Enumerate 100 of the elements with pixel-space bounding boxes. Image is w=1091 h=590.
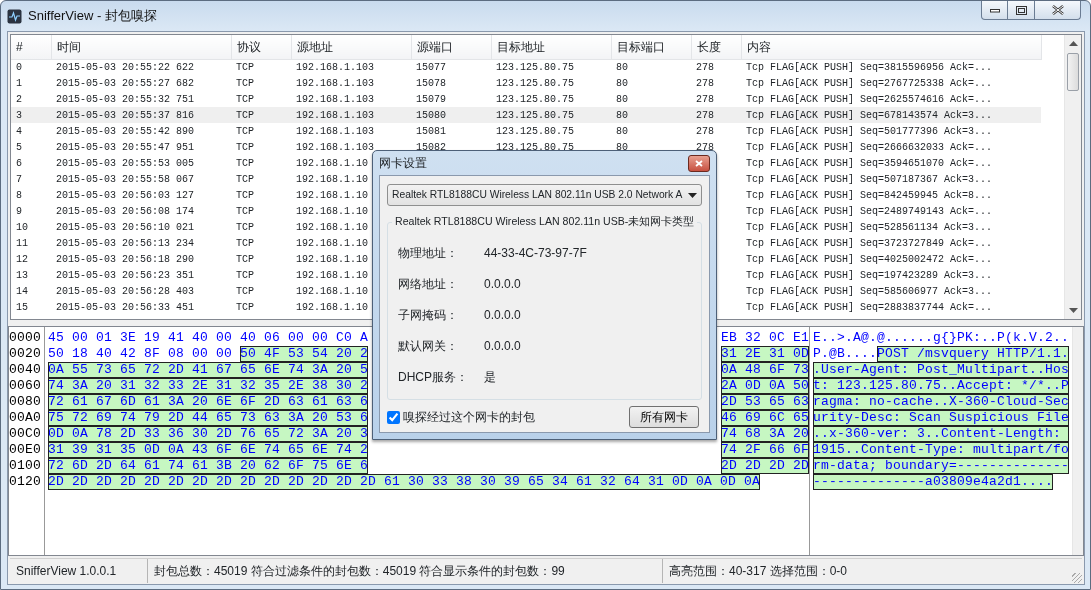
table-cell: TCP — [236, 77, 254, 89]
table-cell: 192.168.1.103 — [296, 61, 374, 73]
table-cell: 192.168.1.10 — [296, 221, 368, 233]
table-cell: Tcp FLAG[ACK PUSH] Seq=4025002472 Ack=... — [746, 253, 993, 265]
checkbox-label[interactable]: 嗅探经过这个网卡的封包 — [403, 408, 535, 426]
column-header[interactable]: 目标端口 — [611, 35, 691, 59]
ascii-text: P.@B.... — [813, 346, 877, 362]
table-cell: 123.125.80.75 — [496, 125, 574, 137]
table-cell: 2 — [16, 93, 22, 105]
column-header[interactable]: 时间 — [51, 35, 231, 59]
column-header[interactable]: 长度 — [691, 35, 741, 59]
field-value: 是 — [484, 368, 496, 386]
table-cell: 8 — [16, 189, 22, 201]
table-cell: TCP — [236, 173, 254, 185]
scroll-thumb[interactable] — [1067, 53, 1079, 91]
status-text: 封包总数：45019 符合过滤条件的封包数：45019 符合显示条件的封包数：99 — [148, 559, 663, 583]
hex-offset: 00A0 — [9, 410, 41, 426]
hex-bytes: 50 18 40 42 8F 08 00 00 — [48, 346, 233, 362]
table-cell: 2015-05-03 20:55:47 951 — [56, 141, 195, 153]
table-cell: 15081 — [416, 125, 446, 137]
column-header[interactable]: 协议 — [231, 35, 291, 59]
table-cell: Tcp FLAG[ACK PUSH] Seq=2666632033 Ack=... — [746, 141, 993, 153]
highlighted-bytes: 0A 55 73 65 72 2D 41 67 65 6E 74 3A 20 5 — [48, 362, 369, 378]
close-button[interactable] — [1035, 1, 1081, 20]
table-cell: 2015-05-03 20:55:58 067 — [56, 173, 195, 185]
hex-offset: 0040 — [9, 362, 41, 378]
column-header[interactable]: # — [11, 35, 51, 59]
table-cell: Tcp FLAG[ACK PUSH] Seq=678143574 Ack=3... — [746, 109, 993, 121]
column-header[interactable]: 源地址 — [291, 35, 411, 59]
minimize-button[interactable] — [981, 1, 1008, 20]
hex-offset: 0100 — [9, 458, 41, 474]
table-cell: 278 — [696, 109, 714, 121]
table-cell: 278 — [696, 125, 714, 137]
table-cell: 123.125.80.75 — [496, 141, 574, 153]
table-cell: 2015-05-03 20:55:42 890 — [56, 125, 195, 137]
highlighted-ascii: ragma: no-cache..X-360-Cloud-Sec — [813, 394, 1070, 410]
ascii-text: E..>.A@.@......g{}PK:..P(k.V.2.. — [813, 330, 1070, 346]
table-cell: 80 — [616, 125, 628, 137]
highlighted-ascii: .User-Agent: Post_Multipart..Hos — [813, 362, 1070, 378]
table-cell: 192.168.1.103 — [296, 109, 374, 121]
table-cell: TCP — [236, 285, 254, 297]
table-cell: 278 — [696, 61, 714, 73]
column-header[interactable]: 内容 — [741, 35, 1041, 59]
table-cell: 3 — [16, 109, 22, 121]
close-button[interactable] — [688, 154, 710, 172]
highlighted-bytes: 50 4F 53 54 20 2 — [240, 346, 369, 362]
table-cell: 192.168.1.103 — [296, 77, 374, 89]
highlighted-ascii: urity-Desc: Scan Suspicious File — [813, 410, 1070, 426]
table-cell: 15 — [16, 301, 28, 313]
hex-offset: 00E0 — [9, 442, 41, 458]
table-cell: 7 — [16, 173, 22, 185]
hex-bytes: EB 32 0C E1 — [721, 330, 809, 346]
vertical-scrollbar[interactable] — [1064, 35, 1081, 319]
highlighted-bytes: 2A 0D 0A 50 — [721, 378, 809, 394]
resize-grip[interactable] — [1072, 573, 1082, 583]
table-cell: Tcp FLAG[ACK PUSH] Seq=3815596956 Ack=... — [746, 61, 993, 73]
field-label: 默认网关： — [398, 337, 459, 355]
table-cell: 11 — [16, 237, 28, 249]
table-cell: 123.125.80.75 — [496, 109, 574, 121]
table-cell: 2015-05-03 20:56:33 451 — [56, 301, 195, 313]
table-cell: TCP — [236, 205, 254, 217]
hex-offset: 0020 — [9, 346, 41, 362]
highlighted-ascii: ..x-360-ver: 3..Content-Length: — [813, 426, 1070, 442]
table-cell: 80 — [616, 141, 628, 153]
adapter-dropdown[interactable]: Realtek RTL8188CU Wireless LAN 802.11n USB 2.0 Network A — [387, 184, 702, 206]
column-header[interactable]: 源端口 — [411, 35, 491, 59]
table-cell: TCP — [236, 109, 254, 121]
hex-offset: 00C0 — [9, 426, 41, 442]
highlighted-bytes: 31 39 31 35 0D 0A 43 6F 6E 74 65 6E 74 2 — [48, 442, 369, 458]
window-title: SnifferView - 封包嗅探 — [28, 7, 157, 26]
scroll-up-icon[interactable] — [1069, 41, 1078, 46]
table-cell: Tcp FLAG[ACK PUSH] Seq=3723727849 Ack=... — [746, 237, 993, 249]
table-cell: 13 — [16, 269, 28, 281]
table-cell: TCP — [236, 269, 254, 281]
table-cell: 192.168.1.103 — [296, 125, 374, 137]
all-adapters-button[interactable]: 所有网卡 — [629, 406, 699, 428]
app-icon — [7, 8, 22, 24]
table-cell: 80 — [616, 77, 628, 89]
table-cell: 192.168.1.10 — [296, 301, 368, 313]
table-cell: 192.168.1.10 — [296, 253, 368, 265]
highlighted-bytes: 0A 48 6F 73 — [721, 362, 809, 378]
hex-offset: 0060 — [9, 378, 41, 394]
table-cell: 192.168.1.10 — [296, 269, 368, 281]
table-cell: TCP — [236, 253, 254, 265]
table-cell: Tcp FLAG[ACK PUSH] Seq=501777396 Ack=3... — [746, 125, 993, 137]
table-cell: 278 — [696, 77, 714, 89]
table-cell: Tcp FLAG[ACK PUSH] Seq=842459945 Ack=8... — [746, 189, 993, 201]
maximize-button[interactable] — [1008, 1, 1035, 20]
table-cell: 123.125.80.75 — [496, 93, 574, 105]
table-cell: 5 — [16, 141, 22, 153]
scroll-down-icon[interactable] — [1069, 308, 1078, 313]
hex-offset: 0080 — [9, 394, 41, 410]
table-cell: TCP — [236, 189, 254, 201]
table-cell: 192.168.1.10 — [296, 205, 368, 217]
table-cell: TCP — [236, 141, 254, 153]
highlighted-ascii: POST /msvquery HTTP/1.1. — [877, 346, 1070, 362]
table-cell: 15082 — [416, 141, 446, 153]
column-header[interactable]: 目标地址 — [491, 35, 611, 59]
sniff-checkbox[interactable] — [387, 410, 400, 424]
highlighted-bytes: 75 72 69 74 79 2D 44 65 73 63 3A 20 53 6 — [48, 410, 369, 426]
